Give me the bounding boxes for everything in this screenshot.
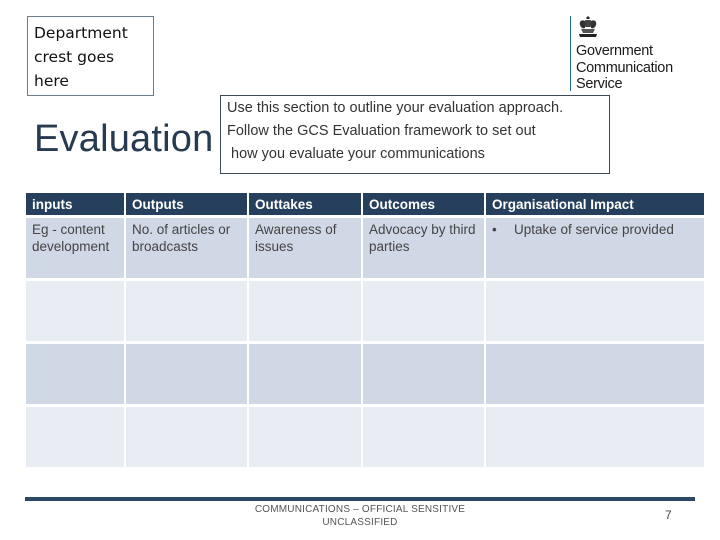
column-header-outtakes: Outtakes: [249, 193, 361, 215]
table-cell[interactable]: [249, 407, 361, 467]
gcs-logo: Government Communication Service: [570, 16, 700, 92]
column-header-outcomes: Outcomes: [363, 193, 484, 215]
table-row: [26, 407, 704, 467]
classification-line: COMMUNICATIONS – OFFICIAL SENSITIVE: [254, 504, 466, 515]
table-cell[interactable]: Awareness of issues: [249, 218, 361, 278]
table-cell[interactable]: [363, 407, 484, 467]
table-cell[interactable]: No. of articles or broadcasts: [126, 218, 247, 278]
table-header-row: inputs Outputs Outtakes Outcomes Organis…: [26, 193, 704, 215]
bullet-text: Uptake of service provided: [514, 222, 674, 237]
table-cell[interactable]: • Uptake of service provided: [486, 218, 704, 278]
table-cell[interactable]: [26, 281, 124, 341]
logo-divider: [570, 16, 571, 91]
instructions-line: Use this section to outline your evaluat…: [227, 100, 564, 116]
table-cell[interactable]: [249, 281, 361, 341]
table-cell[interactable]: [363, 344, 484, 404]
crest-placeholder-line: Department: [34, 24, 128, 42]
column-header-organisational-impact: Organisational Impact: [486, 193, 704, 215]
gcs-wordmark-line: Service: [576, 76, 623, 92]
table-cell[interactable]: [126, 407, 247, 467]
column-header-outputs: Outputs: [126, 193, 247, 215]
table-row: [26, 344, 704, 404]
page-title: Evaluation: [34, 118, 214, 160]
gcs-wordmark: Government Communication Service: [576, 43, 673, 93]
table-cell[interactable]: [26, 407, 124, 467]
table-cell[interactable]: Advocacy by third parties: [363, 218, 484, 278]
security-classification: COMMUNICATIONS – OFFICIAL SENSITIVE UNCL…: [220, 503, 500, 529]
evaluation-table: inputs Outputs Outtakes Outcomes Organis…: [24, 190, 706, 470]
royal-coat-of-arms-icon: [579, 16, 597, 37]
table-cell[interactable]: [126, 344, 247, 404]
instructions-line: how you evaluate your communications: [227, 146, 485, 162]
table-cell[interactable]: [26, 344, 124, 404]
instructions-box: Use this section to outline your evaluat…: [220, 95, 610, 174]
footer-divider: [25, 497, 695, 501]
table-cell[interactable]: [363, 281, 484, 341]
gcs-wordmark-line: Government: [576, 43, 653, 59]
classification-line: UNCLASSIFIED: [322, 517, 398, 528]
table-cell[interactable]: [486, 407, 704, 467]
table-cell[interactable]: [486, 281, 704, 341]
column-header-inputs: inputs: [26, 193, 124, 215]
gcs-wordmark-line: Communication: [576, 59, 673, 76]
table-cell[interactable]: Eg - content development: [26, 218, 124, 278]
page-number: 7: [665, 508, 672, 522]
crest-placeholder-line: here: [34, 72, 69, 90]
bullet-item: • Uptake of service provided: [492, 221, 698, 238]
table-cell[interactable]: [126, 281, 247, 341]
crest-placeholder-line: crest goes: [34, 48, 115, 66]
instructions-line: Follow the GCS Evaluation framework to s…: [227, 123, 536, 139]
table-row: [26, 281, 704, 341]
bullet-marker: •: [492, 222, 497, 237]
table-cell[interactable]: [486, 344, 704, 404]
table-row: Eg - content development No. of articles…: [26, 218, 704, 278]
department-crest-placeholder: Department crest goes here: [27, 16, 154, 96]
table-cell[interactable]: [249, 344, 361, 404]
